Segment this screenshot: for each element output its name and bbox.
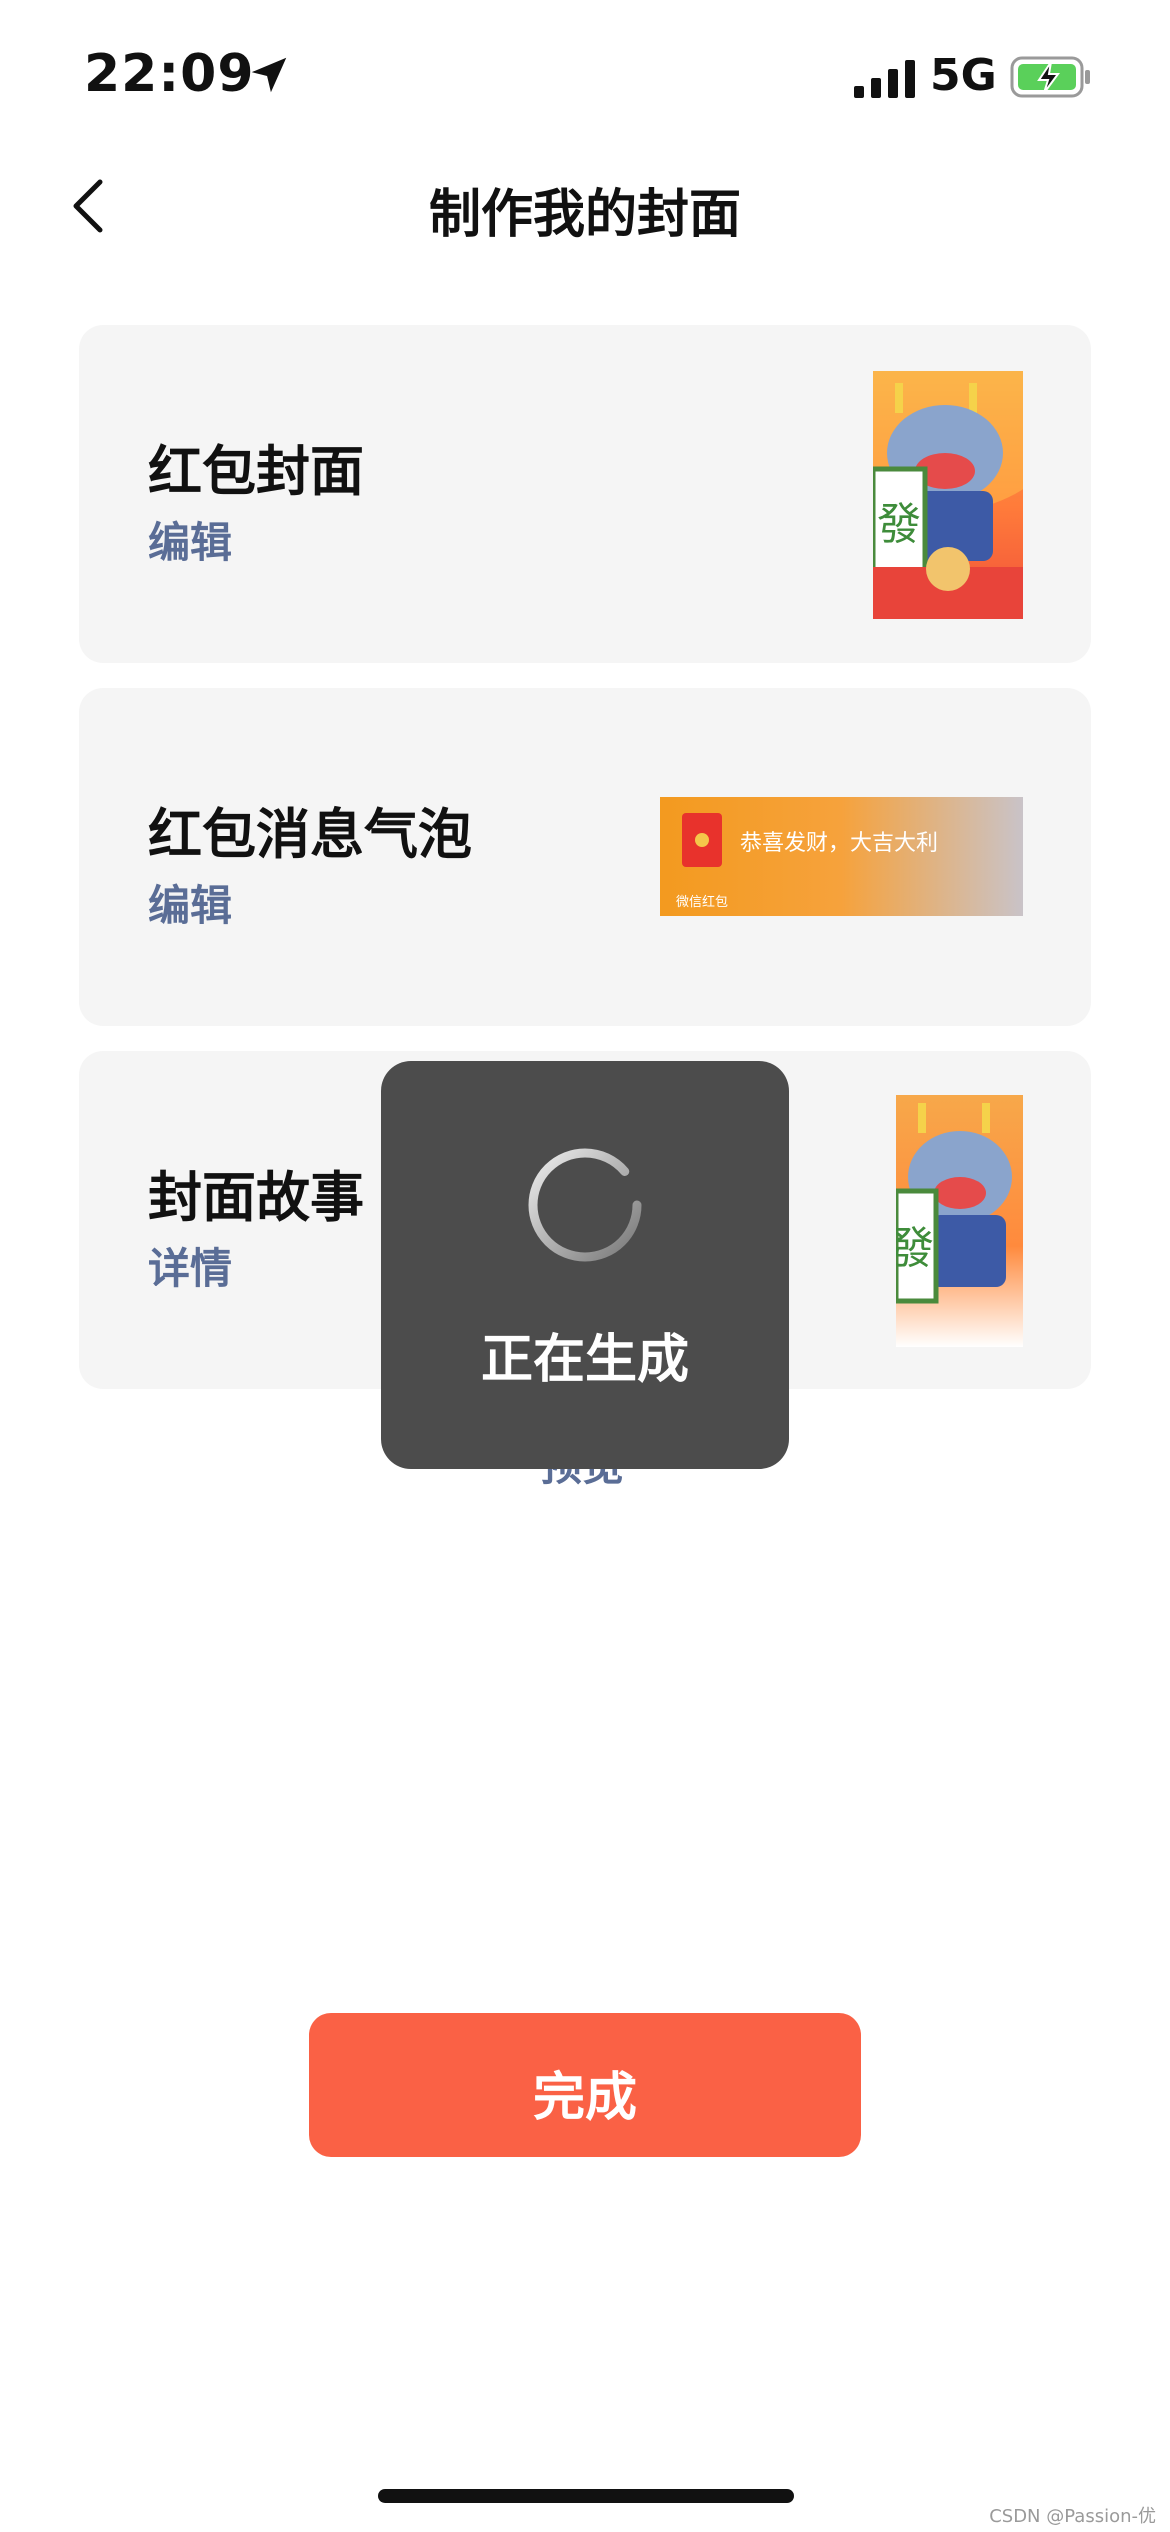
bubble-thumbnail: 恭喜发财，大吉大利 微信红包 (660, 797, 1023, 916)
network-type: 5G (930, 50, 997, 101)
status-bar: 22:09 5G (0, 0, 1170, 150)
card-message-bubble[interactable]: 红包消息气泡 编辑 恭喜发财，大吉大利 微信红包 (79, 688, 1091, 1026)
page-title: 制作我的封面 (428, 185, 741, 245)
signal-icon (854, 60, 915, 98)
story-thumbnail: 發 (896, 1095, 1023, 1347)
watermark: CSDN @Passion-优 (989, 2506, 1156, 2527)
red-packet-icon (682, 813, 722, 867)
edit-link[interactable]: 编辑 (148, 872, 232, 933)
svg-text:發: 發 (877, 499, 921, 550)
svg-text:發: 發 (896, 1223, 934, 1274)
loading-spinner-icon (528, 1148, 642, 1262)
location-arrow-icon (251, 57, 287, 93)
done-label: 完成 (532, 2068, 637, 2128)
card-title: 红包封面 (148, 440, 364, 503)
status-time: 22:09 (84, 44, 255, 104)
card-title: 封面故事 (148, 1166, 364, 1229)
dragon-illustration: 發 (873, 371, 1023, 619)
dragon-illustration: 發 (896, 1103, 1012, 1304)
toast-label: 正在生成 (480, 1330, 689, 1390)
battery-charging-icon (1010, 56, 1090, 98)
card-title: 红包消息气泡 (148, 803, 472, 866)
bubble-greeting: 恭喜发财，大吉大利 (740, 831, 939, 856)
cover-thumbnail: 發 (873, 371, 1023, 619)
home-indicator (378, 2489, 794, 2503)
loading-toast: 正在生成 (381, 1061, 789, 1469)
done-button[interactable]: 完成 (309, 2013, 861, 2157)
edit-link[interactable]: 编辑 (148, 509, 232, 570)
bubble-caption: 微信红包 (676, 895, 729, 910)
card-red-packet-cover[interactable]: 红包封面 编辑 發 (79, 325, 1091, 663)
details-link[interactable]: 详情 (148, 1235, 232, 1296)
